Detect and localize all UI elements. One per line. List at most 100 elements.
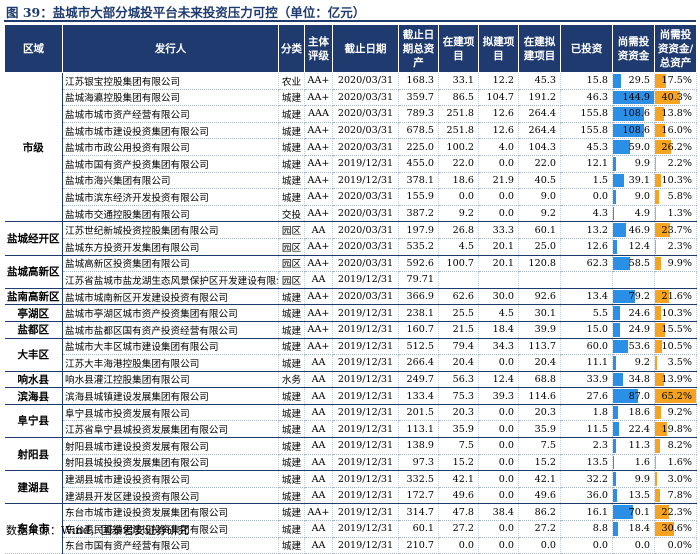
numeric-cell: 0.0 [561, 189, 613, 206]
date-cell: 2019/12/31 [333, 487, 399, 504]
investment-bar [613, 439, 616, 453]
date-cell: 2019/12/31 [333, 388, 399, 405]
ratio-cell: 7.8% [655, 487, 697, 504]
ratio-cell: 19.8% [655, 421, 697, 438]
investment-bar [613, 522, 618, 536]
numeric-cell: 36.0 [561, 487, 613, 504]
cell-value: 1.6 [635, 457, 654, 468]
date-cell: 2019/12/31 [333, 172, 399, 189]
remaining-investment-cell: 18.4 [613, 521, 655, 538]
numeric-cell: 86.5 [439, 89, 479, 106]
category-cell: 城建 [279, 421, 305, 438]
table-row: 盐城市城市资产经营有限公司城建AAA2020/03/31789.3251.812… [5, 106, 697, 123]
numeric-cell: 0.0 [479, 155, 519, 172]
table-body: 市级江苏银宝控股集团有限公司农业AA+2020/03/31168.333.112… [5, 73, 697, 554]
numeric-cell [519, 272, 561, 289]
numeric-cell: 49.6 [519, 487, 561, 504]
numeric-cell: 18.6 [439, 172, 479, 189]
date-cell: 2020/03/31 [333, 288, 399, 305]
date-cell: 2020/03/31 [333, 89, 399, 106]
category-cell: 园区 [279, 238, 305, 255]
table-row: 盐南高新区盐城市城南新区开发建设投资有限公司城建AA+2020/03/31366… [5, 288, 697, 305]
numeric-cell: 266.4 [399, 355, 439, 372]
investment-bar [613, 74, 621, 88]
ratio-bar [655, 174, 661, 188]
cell-value: 46.9 [629, 225, 654, 236]
cell-value: 0.0% [668, 540, 696, 551]
rating-cell: AA+ [305, 205, 333, 222]
remaining-investment-cell: 70.1 [613, 504, 655, 521]
rating-cell: AA [305, 371, 333, 388]
investment-bar [613, 140, 630, 154]
issuer-cell: 盐城东方投资开发集团有限公司 [63, 238, 279, 255]
ratio-cell: 16.0% [655, 122, 697, 139]
numeric-cell: 11.5 [561, 421, 613, 438]
numeric-cell: 15.0 [561, 321, 613, 338]
remaining-investment-cell: 11.3 [613, 438, 655, 455]
numeric-cell: 46.3 [561, 89, 613, 106]
category-cell: 城建 [279, 139, 305, 156]
numeric-cell: 314.7 [399, 504, 439, 521]
rating-cell: AA [305, 454, 333, 471]
cell-value: 3.5% [668, 357, 696, 368]
category-cell: 城建 [279, 438, 305, 455]
cell-value: 87.0 [629, 391, 654, 402]
numeric-cell: 535.2 [399, 238, 439, 255]
remaining-investment-cell: 9.2 [613, 355, 655, 372]
numeric-cell: 100.7 [439, 255, 479, 272]
cell-value: 8.2% [668, 440, 696, 451]
table-row: 东台市东台市城市建设投资发展集团有限公司城建AA+2019/12/31314.7… [5, 504, 697, 521]
numeric-cell: 12.6 [561, 238, 613, 255]
remaining-investment-cell: 24.6 [613, 305, 655, 322]
numeric-cell: 113.1 [399, 421, 439, 438]
ratio-cell: 8.2% [655, 438, 697, 455]
numeric-cell: 264.4 [519, 106, 561, 123]
issuer-cell: 盐城市城市资产经营有限公司 [63, 106, 279, 123]
numeric-cell: 9.2 [439, 205, 479, 222]
category-cell: 城建 [279, 487, 305, 504]
cell-value: 19.8% [662, 424, 696, 435]
numeric-cell: 251.8 [439, 106, 479, 123]
cell-value: 2.2% [668, 158, 696, 169]
cell-value: 9.9 [635, 158, 654, 169]
numeric-cell: 113.7 [519, 338, 561, 355]
rating-cell: AA+ [305, 172, 333, 189]
cell-value: 16.0% [662, 125, 696, 136]
date-cell: 2020/03/31 [333, 205, 399, 222]
ratio-bar [655, 472, 657, 486]
date-cell: 2020/03/31 [333, 122, 399, 139]
numeric-cell: 0.0 [479, 404, 519, 421]
numeric-cell: 45.3 [519, 73, 561, 90]
numeric-cell: 0.0 [479, 421, 519, 438]
table-row: 盐城经开区江苏世纪新城投资控股集团有限公司园区AA2020/03/31197.9… [5, 222, 697, 239]
table-row: 盐城市交通控股集团有限公司交投AA+2020/03/31387.29.20.09… [5, 205, 697, 222]
numeric-cell: 4.5 [439, 238, 479, 255]
cell-value: 9.2% [668, 407, 696, 418]
table-row: 盐城市国有资产投资集团有限公司城建AA+2019/12/31455.022.00… [5, 155, 697, 172]
numeric-cell: 15.2 [439, 454, 479, 471]
numeric-cell: 68.8 [519, 371, 561, 388]
remaining-investment-cell: 18.6 [613, 404, 655, 421]
ratio-cell: 13.8% [655, 106, 697, 123]
category-cell: 城建 [279, 504, 305, 521]
numeric-cell: 35.9 [439, 421, 479, 438]
investment-bar [613, 240, 617, 254]
category-cell: 城建 [279, 454, 305, 471]
cell-value: 108.6 [623, 108, 654, 119]
date-cell: 2020/03/31 [333, 73, 399, 90]
rating-cell: AA [305, 537, 333, 554]
ratio-bar [655, 190, 659, 204]
numeric-cell: 86.2 [519, 504, 561, 521]
cell-value: 17.5% [662, 75, 696, 86]
issuer-cell: 盐城高新区投资集团有限公司 [63, 255, 279, 272]
ratio-bar [655, 207, 656, 221]
investment-bar [613, 190, 616, 204]
region-cell: 盐都区 [5, 321, 63, 338]
ratio-cell: 1.3% [655, 205, 697, 222]
cell-value: 108.6 [623, 125, 654, 136]
remaining-investment-cell: 24.9 [613, 321, 655, 338]
numeric-cell: 62.3 [561, 255, 613, 272]
numeric-cell: 0.0 [561, 537, 613, 554]
investment-bar [613, 373, 623, 387]
table-row: 射阳县射阳县城市建设投资发展有限公司城建AA2019/12/31138.97.5… [5, 438, 697, 455]
